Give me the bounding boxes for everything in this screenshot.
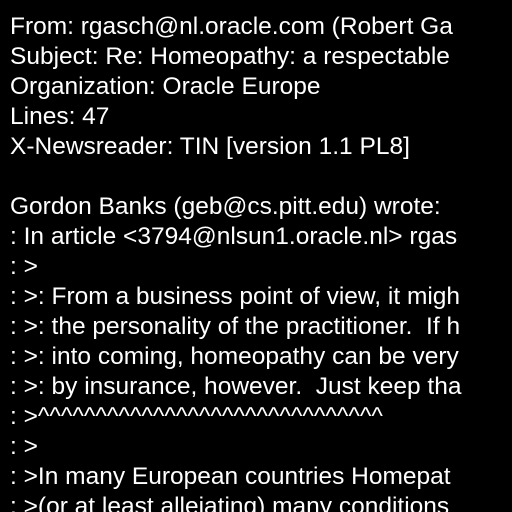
header-lines: Lines: 47 (10, 103, 110, 130)
terminal-screen: From: rgasch@nl.oracle.com (Robert Ga Su… (0, 0, 512, 512)
quoted-line: : >: the personality of the practitioner… (10, 313, 461, 340)
quoted-line: : >^^^^^^^^^^^^^^^^^^^^^^^^^^^^^^ (10, 403, 383, 430)
attribution-line: Gordon Banks (geb@cs.pitt.edu) wrote: (10, 193, 441, 220)
quoted-line: : > (10, 433, 38, 460)
quoted-line: : >In many European countries Homepat (10, 463, 451, 490)
header-newsreader: X-Newsreader: TIN [version 1.1 PL8] (10, 133, 410, 160)
quoted-line: : >: From a business point of view, it m… (10, 283, 461, 310)
quoted-line: : >(or at least alleiating) many conditi… (10, 493, 450, 512)
header-organization: Organization: Oracle Europe (10, 73, 321, 100)
quoted-line: : >: into coming, homeopathy can be very (10, 343, 459, 370)
quoted-line: : >: by insurance, however. Just keep th… (10, 373, 462, 400)
quoted-line: : > (10, 253, 38, 280)
quoted-line: : In article <3794@nlsun1.oracle.nl> rga… (10, 223, 458, 250)
header-subject: Subject: Re: Homeopathy: a respectable (10, 43, 450, 70)
header-from: From: rgasch@nl.oracle.com (Robert Ga (10, 13, 453, 40)
